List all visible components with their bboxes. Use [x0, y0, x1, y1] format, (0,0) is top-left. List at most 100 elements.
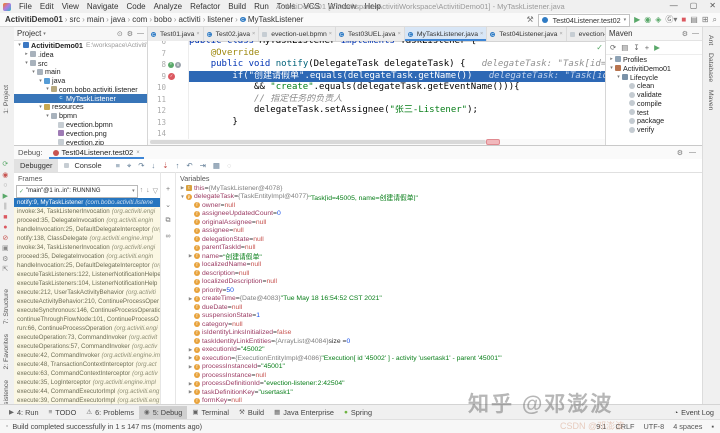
- maven-tree-item[interactable]: package: [606, 117, 702, 125]
- breadcrumb-item[interactable]: main: [87, 15, 104, 24]
- stop-button[interactable]: ■: [681, 15, 686, 25]
- menu-run[interactable]: Run: [250, 2, 273, 11]
- chevron-right-icon[interactable]: ▶: [187, 381, 194, 387]
- tab-debugger[interactable]: Debugger: [14, 159, 59, 172]
- build-hammer-icon[interactable]: ⚒: [526, 15, 533, 25]
- chevron-down-icon[interactable]: ▼: [179, 194, 186, 199]
- frame-row[interactable]: executeSynchronous:146, ContinueProcessO…: [14, 306, 160, 315]
- chevron-down-icon[interactable]: ▾: [37, 78, 44, 84]
- chevron-down-icon[interactable]: ▾: [44, 113, 51, 119]
- frame-down-icon[interactable]: ↓: [146, 187, 150, 195]
- chevron-down-icon[interactable]: ▾: [608, 65, 615, 71]
- view-breakpoints-icon[interactable]: ●: [3, 224, 7, 231]
- step-into-icon[interactable]: ↓: [152, 161, 156, 171]
- tab-evection-uel-bpmn[interactable]: evection-uel.bpmn ×: [259, 27, 336, 41]
- tool-strip-ant[interactable]: Ant: [707, 35, 714, 45]
- rerun-failed-icon[interactable]: ◉: [2, 172, 8, 179]
- tab-test04listener-java[interactable]: C Test04Listener.java ×: [487, 27, 567, 41]
- chevron-right-icon[interactable]: ▸: [23, 51, 30, 57]
- gutter[interactable]: 12: [148, 105, 189, 117]
- pin-icon[interactable]: ○: [3, 182, 7, 189]
- frame-row[interactable]: notify:138, ClassDelegate (org.activiti.e…: [14, 234, 160, 243]
- variable-row[interactable]: ▶ f processDefinitionId = "evection-listen…: [176, 380, 702, 389]
- project-tree-item[interactable]: ▾ java: [14, 76, 147, 85]
- tab-mytasklistener-java[interactable]: C MyTaskListener.java ×: [404, 27, 488, 41]
- gutter[interactable]: 10: [148, 82, 189, 94]
- maven-tree-item[interactable]: verify: [606, 125, 702, 134]
- maven-tree-item[interactable]: ▾ Lifecycle: [606, 73, 702, 82]
- tab-test01-java[interactable]: C Test01.java ×: [148, 27, 204, 41]
- menu-edit[interactable]: Edit: [36, 2, 58, 11]
- gutter[interactable]: 11: [148, 93, 189, 105]
- close-icon[interactable]: ×: [480, 31, 483, 37]
- frame-row[interactable]: execute:42, CommandInvoker (org.activiti.…: [14, 351, 160, 360]
- toolwindow-spring[interactable]: ● Spring: [339, 406, 377, 419]
- gutter[interactable]: 13: [148, 116, 189, 128]
- toolwindow-5-debug[interactable]: ◉ 5: Debug: [139, 405, 188, 419]
- variable-row[interactable]: f parentTaskId = null: [176, 244, 702, 253]
- menu-code[interactable]: Code: [122, 2, 149, 11]
- frame-row[interactable]: notify:9, MyTaskListener (com.bobo.activi…: [14, 198, 160, 207]
- variable-row[interactable]: f priority = 50: [176, 286, 702, 295]
- debug-settings-icon[interactable]: ⚙: [2, 256, 8, 263]
- frame-row[interactable]: executeActivityBehavior:210, ContinuePro…: [14, 297, 160, 306]
- tool-strip-structure[interactable]: 7: Structure: [3, 289, 10, 324]
- run-configuration-select[interactable]: Test04Listener.test02 ▾: [537, 13, 631, 27]
- frame-row[interactable]: invoke:34, TaskListenerInvocation (org.ac…: [14, 207, 160, 216]
- frame-row[interactable]: executeOperations:57, CommandInvoker (org…: [14, 342, 160, 351]
- close-icon[interactable]: ×: [136, 150, 140, 156]
- frame-row[interactable]: run:66, ContinueProcessOperation (org.act…: [14, 324, 160, 333]
- frame-row[interactable]: executeOperation:73, CommandInvoker (org.…: [14, 333, 160, 342]
- watch-return-icon[interactable]: ∞: [166, 233, 171, 240]
- tab-test03uel-java[interactable]: C Test03UEL.java ×: [336, 27, 405, 41]
- thread-dump-icon[interactable]: ▣: [2, 245, 9, 252]
- maximize-button[interactable]: ▢: [690, 1, 698, 10]
- variable-row[interactable]: f originalAssignee = null: [176, 218, 702, 227]
- breadcrumb-item[interactable]: listener: [207, 15, 233, 24]
- chevron-down-icon[interactable]: ▾: [44, 86, 51, 92]
- frame-row[interactable]: execute:39, CommandExecutorImpl (org.acti…: [14, 396, 160, 404]
- close-icon[interactable]: ×: [329, 31, 332, 37]
- project-tree-item[interactable]: ▾ ActivitiDemo01E:\workspace\ActivitiWork…: [14, 41, 147, 50]
- chevron-right-icon[interactable]: ▶: [187, 355, 194, 361]
- frame-row[interactable]: execute:35, LogInterceptor (org.activiti.…: [14, 378, 160, 387]
- mute-breakpoints-icon[interactable]: ◌: [227, 161, 231, 171]
- toolwindow-java-enterprise[interactable]: ▦ Java Enterprise: [269, 406, 339, 419]
- variable-row[interactable]: f localizedDescription = null: [176, 278, 702, 287]
- menu-view[interactable]: View: [58, 2, 83, 11]
- maven-tree-item[interactable]: ▾ ActivitiDemo01: [606, 64, 702, 73]
- run-button[interactable]: ▶: [634, 15, 640, 25]
- breadcrumb-item[interactable]: com: [132, 15, 147, 24]
- chevron-down-icon[interactable]: ▾: [615, 74, 622, 80]
- step-out-icon[interactable]: ↑: [176, 161, 180, 171]
- frame-row[interactable]: execute:44, CommandExecutorImpl (org.acti…: [14, 387, 160, 396]
- minimize-button[interactable]: —: [670, 1, 678, 10]
- variable-row[interactable]: f processInstance = null: [176, 371, 702, 380]
- frame-row[interactable]: handleInvocation:25, DefaultDelegateInte…: [14, 261, 160, 270]
- download-sources-icon[interactable]: ↧: [633, 43, 639, 52]
- toolwindow-4-run[interactable]: ▶ 4: Run: [4, 406, 44, 419]
- chevron-down-icon[interactable]: ▾: [37, 104, 44, 110]
- frame-row[interactable]: proceed:35, DelegateInvocation (org.activ…: [14, 216, 160, 225]
- frame-row[interactable]: execute:48, TransactionContextIntercepto…: [14, 360, 160, 369]
- locate-file-icon[interactable]: ⊙: [117, 30, 123, 38]
- frame-row[interactable]: executeTaskListeners:122, ListenerNotifi…: [14, 270, 160, 279]
- chevron-down-icon[interactable]: ▾: [30, 69, 37, 75]
- variable-row[interactable]: f assignee = null: [176, 227, 702, 236]
- variable-row[interactable]: ▶ f taskDefinitionKey = "usertask1": [176, 388, 702, 397]
- variable-row[interactable]: ▶ f execution = {ExecutionEntityImpl@4086}…: [176, 354, 702, 363]
- execute-goal-icon[interactable]: ▶: [654, 43, 660, 52]
- chevron-right-icon[interactable]: ▸: [608, 56, 615, 62]
- breadcrumb-item[interactable]: MyTaskListener: [248, 15, 304, 24]
- frame-row[interactable]: execute:63, CommandContextInterceptor (or…: [14, 369, 160, 378]
- scrollbar-thumb[interactable]: [150, 140, 486, 144]
- overrides-method-icon[interactable]: ↑: [168, 61, 174, 68]
- breadcrumb-item[interactable]: bobo: [154, 15, 172, 24]
- variable-row[interactable]: ▶ f executionId = "45002": [176, 346, 702, 355]
- variable-row[interactable]: ▼ p delegateTask = {TaskEntityImpl@4077} "…: [176, 193, 702, 201]
- chevron-down-icon[interactable]: ▾: [23, 60, 30, 66]
- variable-row[interactable]: ▶ f createTime = {Date@4083} "Tue May 18 1…: [176, 295, 702, 304]
- frame-up-icon[interactable]: ↑: [140, 187, 144, 195]
- expand-icon[interactable]: ⌄: [165, 201, 171, 209]
- frame-row[interactable]: proceed:35, DelegateInvocation (org.activ…: [14, 252, 160, 261]
